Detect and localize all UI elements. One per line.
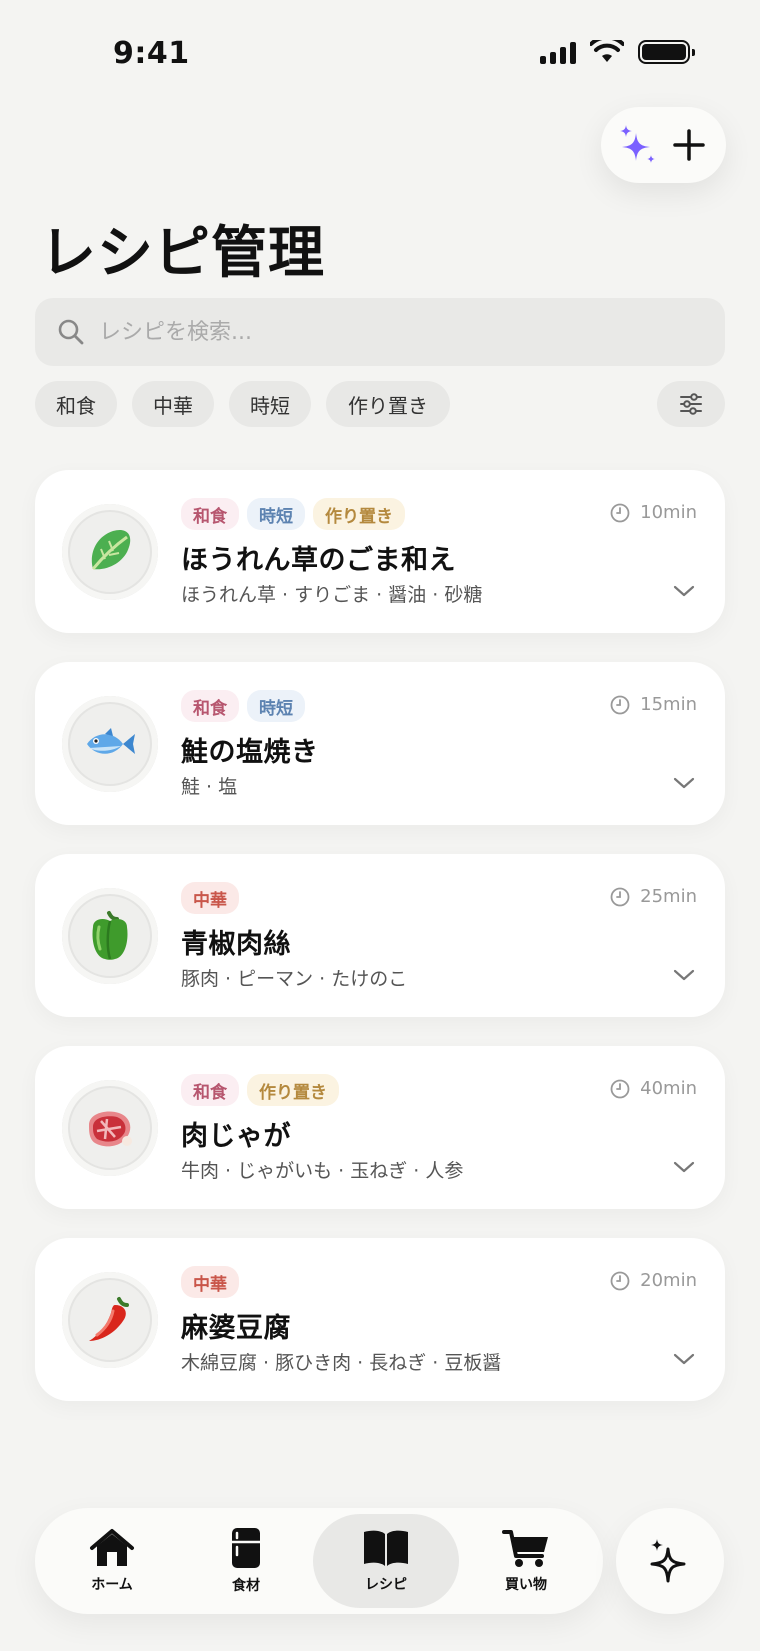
cook-time: 40min — [610, 1078, 697, 1099]
spinach-icon — [91, 529, 131, 570]
sparkles-icon — [650, 1539, 686, 1583]
sparkles-icon — [620, 125, 656, 163]
chevron-down-icon[interactable] — [671, 1154, 697, 1180]
cook-time: 15min — [610, 694, 697, 715]
recipe-tags: 中華 — [181, 882, 239, 914]
chevron-down-icon[interactable] — [671, 962, 697, 988]
recipe-plate — [62, 696, 158, 792]
plus-icon — [673, 129, 705, 161]
status-time: 9:41 — [113, 36, 190, 71]
recipe-tags: 和食 時短 作り置き — [181, 498, 405, 530]
cook-time-value: 15min — [640, 694, 697, 715]
nav-label: ホーム — [91, 1577, 133, 1593]
page-title: レシピ管理 — [40, 221, 325, 286]
recipe-card[interactable]: 和食 時短 作り置き 10min ほうれん草のごま和え ほうれん草 · すりごま… — [35, 470, 725, 633]
book-icon — [364, 1530, 408, 1566]
cook-time-value: 25min — [640, 886, 697, 907]
recipe-card[interactable]: 和食 作り置き 40min 肉じゃが 牛肉 · じゃがいも · 玉ねぎ · 人参 — [35, 1046, 725, 1209]
nav-item-ingredients[interactable]: 食材 — [173, 1514, 319, 1608]
clock-icon — [610, 887, 630, 906]
cellular-signal-icon — [540, 40, 576, 64]
recipe-plate — [62, 504, 158, 600]
chip-jitan[interactable]: 時短 — [229, 381, 311, 427]
filter-button[interactable] — [657, 381, 725, 427]
nav-label: 買い物 — [505, 1577, 547, 1593]
bell-pepper-icon — [92, 911, 128, 960]
recipe-name: ほうれん草のごま和え — [181, 545, 456, 576]
tag-washoku: 和食 — [181, 690, 239, 722]
recipe-plate — [62, 1080, 158, 1176]
chevron-down-icon[interactable] — [671, 1346, 697, 1372]
recipe-tags: 中華 — [181, 1266, 239, 1298]
tag-jitan: 時短 — [247, 690, 305, 722]
chevron-down-icon[interactable] — [671, 578, 697, 604]
cook-time: 10min — [610, 502, 697, 523]
search-input[interactable] — [99, 319, 679, 345]
clock-icon — [610, 1079, 630, 1098]
tag-jitan: 時短 — [247, 498, 305, 530]
recipe-plate — [62, 888, 158, 984]
cook-time-value: 20min — [640, 1270, 697, 1291]
clock-icon — [610, 503, 630, 522]
home-icon — [90, 1529, 134, 1566]
chip-washoku[interactable]: 和食 — [35, 381, 117, 427]
add-recipe-button[interactable] — [667, 123, 711, 167]
wifi-icon — [590, 40, 624, 62]
tag-tsukurioki: 作り置き — [247, 1074, 339, 1106]
recipe-ingredients: 牛肉 · じゃがいも · 玉ねぎ · 人参 — [181, 1160, 464, 1182]
fridge-icon — [232, 1528, 260, 1568]
category-chips: 和食 中華 時短 作り置き — [35, 381, 725, 427]
cook-time: 25min — [610, 886, 697, 907]
recipe-ingredients: 鮭 · 塩 — [181, 776, 238, 798]
nav-item-recipes[interactable]: レシピ — [313, 1514, 459, 1608]
chili-pepper-icon — [89, 1297, 129, 1341]
nav-label: レシピ — [365, 1577, 407, 1593]
tag-chuka: 中華 — [181, 882, 239, 914]
tag-washoku: 和食 — [181, 498, 239, 530]
recipe-ingredients: 豚肉 · ピーマン · たけのこ — [181, 968, 408, 990]
tag-chuka: 中華 — [181, 1266, 239, 1298]
recipe-ingredients: ほうれん草 · すりごま · 醤油 · 砂糖 — [181, 584, 483, 606]
steak-icon — [89, 1111, 132, 1147]
status-bar: 9:41 — [0, 0, 760, 110]
battery-icon — [638, 40, 695, 64]
sliders-icon — [680, 393, 702, 415]
recipe-card[interactable]: 中華 20min 麻婆豆腐 木綿豆腐 · 豚ひき肉 · 長ねぎ · 豆板醤 — [35, 1238, 725, 1401]
cook-time-value: 10min — [640, 502, 697, 523]
recipe-tags: 和食 時短 — [181, 690, 305, 722]
chevron-down-icon[interactable] — [671, 770, 697, 796]
search-bar[interactable] — [35, 298, 725, 366]
header-actions — [601, 107, 726, 183]
chip-chuka[interactable]: 中華 — [132, 381, 214, 427]
recipe-name: 鮭の塩焼き — [181, 737, 319, 768]
cook-time: 20min — [610, 1270, 697, 1291]
recipe-plate — [62, 1272, 158, 1368]
cart-icon — [502, 1530, 548, 1567]
ai-assistant-button[interactable] — [616, 1508, 724, 1614]
clock-icon — [610, 695, 630, 714]
recipe-card[interactable]: 和食 時短 15min 鮭の塩焼き 鮭 · 塩 — [35, 662, 725, 825]
recipe-name: 青椒肉絲 — [181, 929, 291, 960]
recipe-card[interactable]: 中華 25min 青椒肉絲 豚肉 · ピーマン · たけのこ — [35, 854, 725, 1017]
nav-label: 食材 — [232, 1578, 260, 1594]
fish-icon — [87, 728, 135, 754]
bottom-nav: ホーム 食材 レシピ 買い物 — [35, 1508, 603, 1614]
clock-icon — [610, 1271, 630, 1290]
cook-time-value: 40min — [640, 1078, 697, 1099]
nav-item-shopping[interactable]: 買い物 — [453, 1514, 599, 1608]
chip-tsukurioki[interactable]: 作り置き — [326, 381, 450, 427]
ai-generate-button[interactable] — [616, 123, 660, 167]
nav-item-home[interactable]: ホーム — [39, 1514, 185, 1608]
recipe-tags: 和食 作り置き — [181, 1074, 339, 1106]
recipe-name: 麻婆豆腐 — [181, 1313, 291, 1344]
recipe-name: 肉じゃが — [181, 1121, 291, 1152]
tag-tsukurioki: 作り置き — [313, 498, 405, 530]
tag-washoku: 和食 — [181, 1074, 239, 1106]
status-icons — [540, 40, 695, 64]
search-icon — [58, 319, 84, 345]
recipe-ingredients: 木綿豆腐 · 豚ひき肉 · 長ねぎ · 豆板醤 — [181, 1352, 502, 1374]
